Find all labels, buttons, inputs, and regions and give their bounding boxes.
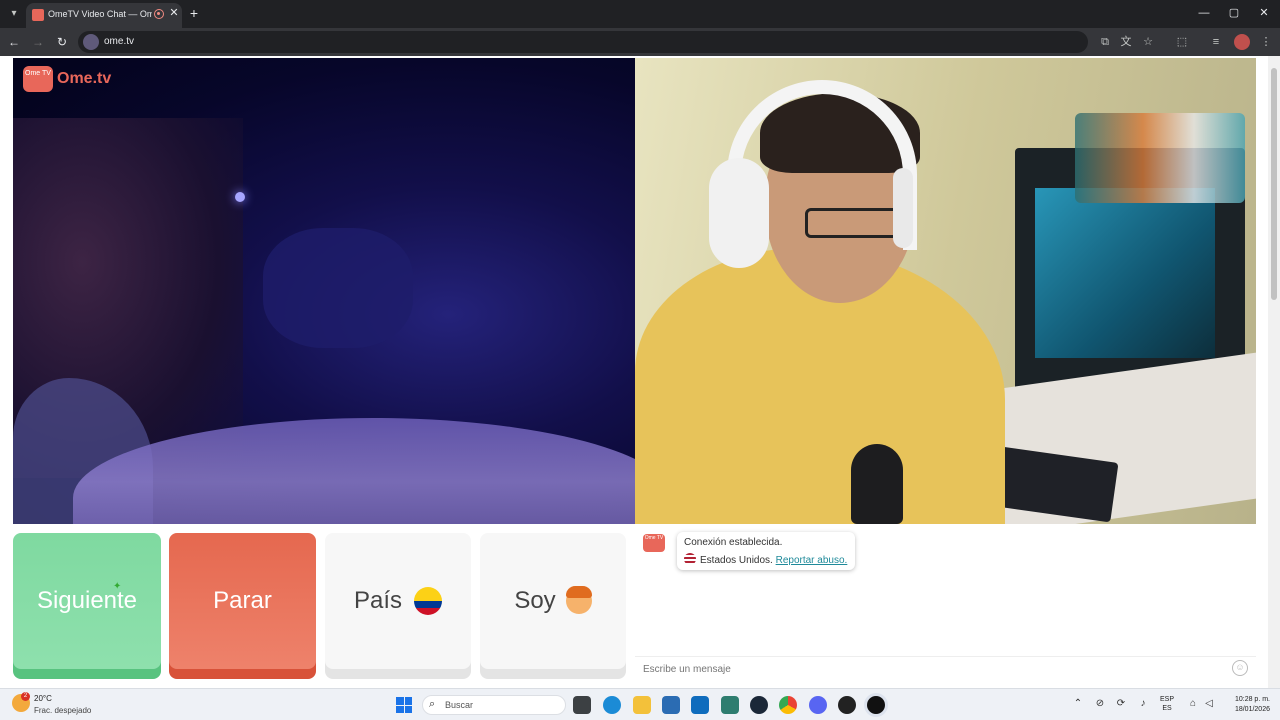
discord-icon[interactable] — [809, 696, 827, 714]
new-tab-button[interactable]: + — [186, 5, 202, 21]
ometv-logo-text: Ome.tv — [57, 70, 112, 87]
outlook-icon[interactable] — [691, 696, 709, 714]
browser-tab[interactable]: OmeTV Video Chat — Ome ✕ — [26, 3, 182, 28]
ometv-favicon-icon — [32, 9, 44, 21]
chat-message-input[interactable] — [643, 660, 1223, 678]
browser-tabbar: ▾ OmeTV Video Chat — Ome ✕ + — ▢ ✕ — [0, 0, 1280, 28]
chat-panel: Ome TV Conexión establecida. Estados Uni… — [635, 526, 1256, 688]
windows-start-icon[interactable] — [396, 697, 412, 713]
ometv-chat-avatar-icon: Ome TV — [643, 534, 665, 552]
emoji-icon[interactable]: ☺ — [1232, 660, 1248, 676]
country-button[interactable]: País — [325, 533, 471, 679]
self-video — [635, 58, 1256, 524]
back-icon[interactable]: ← — [6, 34, 22, 50]
notification-badge: 2 — [21, 692, 30, 701]
cast-icon[interactable]: ⧉ — [1097, 34, 1113, 50]
browser-menu-icon[interactable]: ⋮ — [1258, 34, 1274, 50]
language-indicator[interactable]: ESP ES — [1160, 695, 1174, 713]
forward-icon[interactable]: → — [30, 34, 46, 50]
system-clock[interactable]: 10:28 p. m. 18/01/2026 — [1222, 695, 1270, 715]
system-message: Conexión establecida. Estados Unidos. Re… — [677, 532, 855, 570]
app-icon[interactable] — [721, 696, 739, 714]
tab-search-icon[interactable]: ▾ — [6, 6, 22, 22]
store-icon[interactable] — [662, 696, 680, 714]
bookmark-star-icon[interactable]: ☆ — [1140, 34, 1156, 50]
language-code: ESP — [1160, 696, 1175, 703]
keyboard-layout: ES — [1162, 705, 1172, 712]
tray-app-icon[interactable]: ⊘ — [1093, 697, 1107, 711]
ometv-page: Ome TV Ome.tv Siguiente ✦ Parar País Soy… — [0, 56, 1280, 688]
site-info-icon[interactable] — [83, 34, 99, 50]
tab-title: OmeTV Video Chat — Ome — [48, 9, 152, 19]
stranger-country-text: Estados Unidos. — [700, 555, 773, 566]
steam-icon[interactable] — [750, 696, 768, 714]
windows-taskbar: 2 20°C Frac. despejado ⌕ Buscar ⌃ ⊘ ⟳ ♪ … — [0, 688, 1280, 720]
taskbar-search[interactable]: ⌕ Buscar — [422, 695, 566, 715]
clock-date: 18/01/2026 — [1234, 706, 1270, 713]
tab-close-icon[interactable]: ✕ — [167, 6, 181, 20]
clock-time: 10:28 p. m. — [1234, 696, 1270, 703]
scrollbar-thumb[interactable] — [1271, 68, 1277, 300]
page-scrollbar[interactable] — [1268, 56, 1280, 688]
boy-emoji-icon — [565, 586, 592, 614]
microphone-icon[interactable]: ♪ — [1136, 697, 1150, 711]
close-window-button[interactable]: ✕ — [1249, 4, 1279, 22]
sparkle-icon: ✦ — [113, 581, 122, 592]
browser-toolbar: ← → ↻ ome.tv ⧉ 文 ☆ ⬚ ≡ ⋮ — [0, 28, 1280, 56]
app-icon-2[interactable] — [838, 696, 856, 714]
next-button[interactable]: Siguiente ✦ — [13, 533, 161, 679]
weather-temperature[interactable]: 20°C — [34, 694, 52, 703]
volume-icon[interactable]: ◁ — [1202, 697, 1216, 711]
address-bar[interactable]: ome.tv — [78, 31, 1088, 53]
reload-icon[interactable]: ↻ — [54, 34, 70, 50]
recording-indicator-icon — [154, 9, 164, 19]
media-control-icon[interactable]: ≡ — [1208, 34, 1224, 50]
search-icon: ⌕ — [429, 698, 436, 710]
chat-input-row: ☺ — [635, 656, 1256, 680]
show-hidden-icons[interactable]: ⌃ — [1071, 697, 1085, 711]
translate-icon[interactable]: 文 — [1118, 34, 1134, 50]
network-icon[interactable]: ⌂ — [1186, 697, 1200, 711]
colombia-flag-icon — [414, 587, 443, 615]
minimize-button[interactable]: — — [1189, 4, 1219, 22]
report-abuse-link[interactable]: Reportar abuso. — [776, 555, 848, 566]
stop-button[interactable]: Parar — [169, 533, 316, 679]
stop-button-label: Parar — [213, 587, 272, 614]
task-view-icon[interactable] — [573, 696, 591, 714]
next-button-label: Siguiente — [36, 587, 138, 614]
gender-button-label: Soy — [514, 587, 556, 614]
ometv-logo-badge: Ome TV — [23, 66, 53, 92]
obs-icon[interactable] — [867, 696, 885, 714]
maximize-button[interactable]: ▢ — [1219, 4, 1249, 22]
tray-sync-icon[interactable]: ⟳ — [1114, 697, 1128, 711]
profile-avatar[interactable] — [1234, 34, 1250, 50]
edge-icon[interactable] — [603, 696, 621, 714]
stranger-video: Ome TV Ome.tv — [13, 58, 635, 524]
weather-description[interactable]: Frac. despejado — [34, 706, 91, 715]
connection-status-text: Conexión establecida. — [684, 537, 783, 548]
chrome-icon[interactable] — [779, 696, 797, 714]
taskbar-search-placeholder: Buscar — [445, 700, 474, 710]
gender-button[interactable]: Soy — [480, 533, 626, 679]
country-button-label: País — [353, 587, 403, 614]
file-explorer-icon[interactable] — [633, 696, 651, 714]
url-text[interactable]: ome.tv — [104, 36, 134, 47]
extensions-icon[interactable]: ⬚ — [1174, 34, 1190, 50]
usa-flag-icon — [684, 553, 696, 565]
